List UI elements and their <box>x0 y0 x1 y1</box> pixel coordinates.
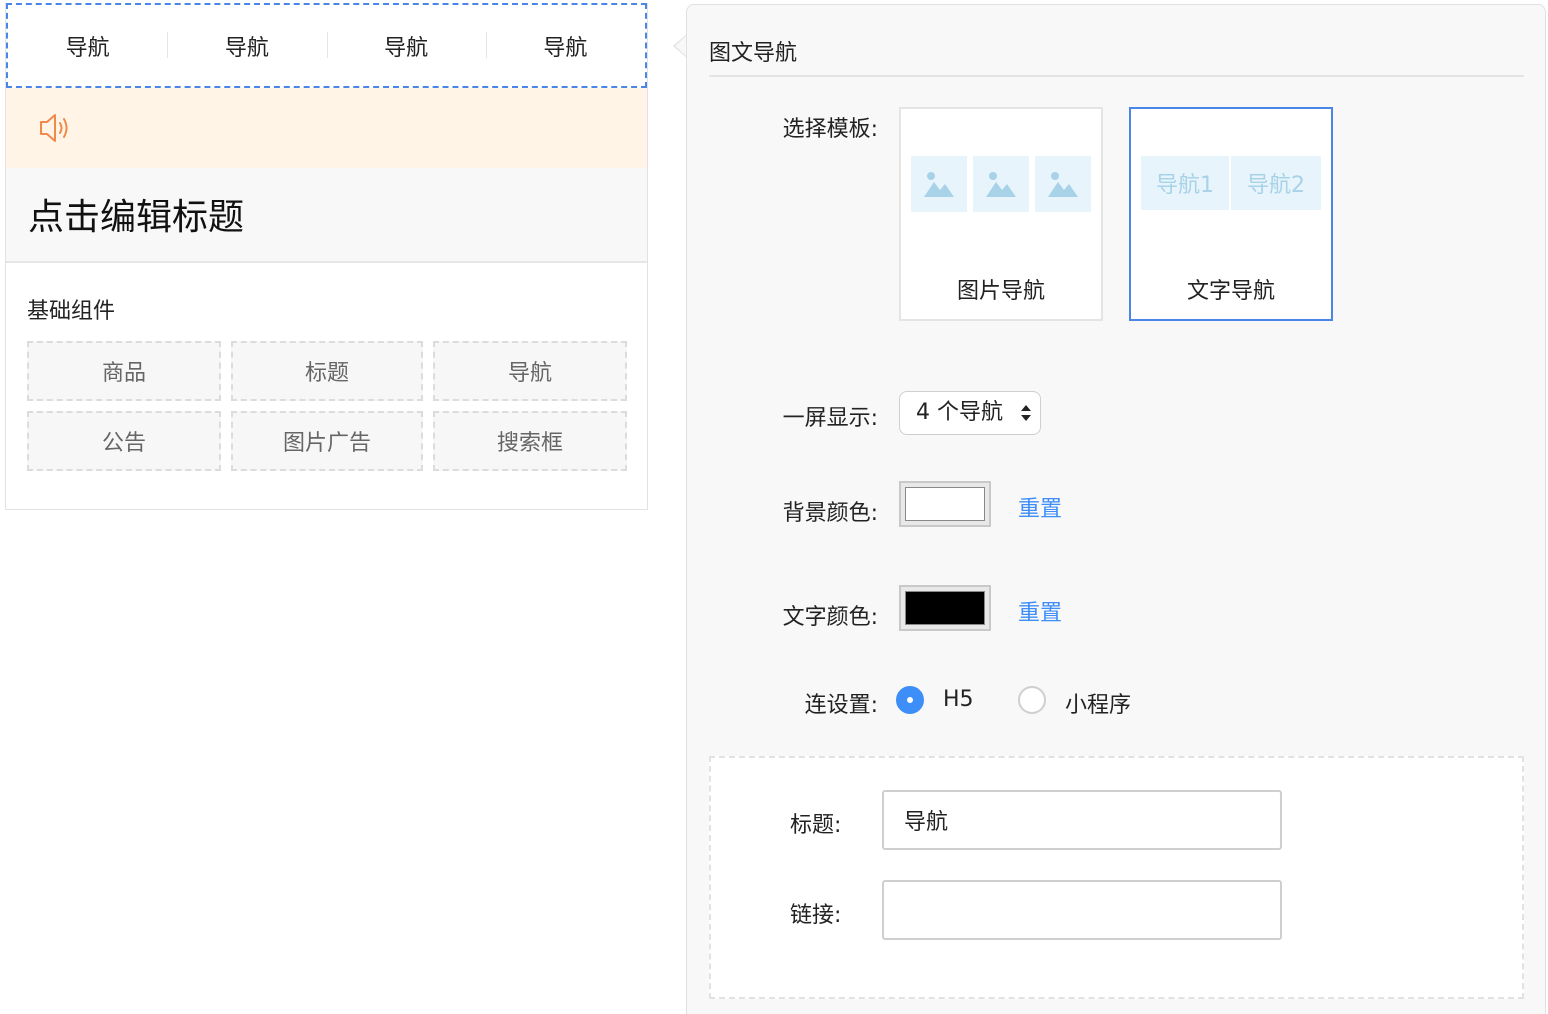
panel-pointer <box>673 34 687 58</box>
components-grid: 商品 标题 导航 公告 图片广告 搜索框 <box>27 341 627 471</box>
panel-title: 图文导航 <box>709 41 798 66</box>
text-color-reset-link[interactable]: 重置 <box>1018 595 1062 627</box>
bg-color-label: 背景颜色: <box>782 501 878 526</box>
title-component-preview[interactable]: 点击编辑标题 <box>6 168 647 263</box>
divider <box>709 75 1524 77</box>
image-placeholder-icon <box>973 156 1029 212</box>
sample-nav-label: 导航1 <box>1141 156 1229 210</box>
image-placeholder-icon <box>1035 156 1091 212</box>
image-placeholder-icon <box>911 156 967 212</box>
nav-component-preview[interactable]: 导航 导航 导航 导航 <box>6 3 647 88</box>
item-link-input[interactable] <box>882 880 1282 940</box>
nav-item[interactable]: 导航 <box>485 30 645 62</box>
item-link-label: 链接: <box>790 903 842 928</box>
radio-h5-label: H5 <box>943 687 974 712</box>
bg-color-swatch <box>905 487 985 521</box>
text-color-swatch <box>905 591 985 625</box>
title-text: 点击编辑标题 <box>28 197 245 238</box>
link-setting-label: 连设置: <box>804 693 878 718</box>
radio-h5[interactable] <box>896 686 924 714</box>
item-title-input[interactable] <box>882 790 1282 850</box>
bg-color-picker[interactable] <box>899 481 991 527</box>
component-button-image-ad[interactable]: 图片广告 <box>231 411 423 471</box>
text-color-picker[interactable] <box>899 585 991 631</box>
nav-item[interactable]: 导航 <box>326 30 486 62</box>
bg-color-reset-link[interactable]: 重置 <box>1018 491 1062 523</box>
display-count-label: 一屏显示: <box>782 406 878 431</box>
display-count-select[interactable]: 4 个导航 <box>899 391 1041 435</box>
template-option-text-nav[interactable]: 导航1 导航2 文字导航 <box>1129 107 1333 321</box>
template-option-image-nav[interactable]: 图片导航 <box>899 107 1103 321</box>
nav-item[interactable]: 导航 <box>8 30 167 62</box>
select-arrows-icon <box>1021 405 1031 421</box>
text-color-label: 文字颜色: <box>782 605 878 630</box>
template-caption: 文字导航 <box>1186 279 1275 304</box>
nav-item-editor: 标题: 链接: <box>709 756 1524 999</box>
radio-mini-program[interactable] <box>1018 686 1046 714</box>
sample-nav-label: 导航2 <box>1231 156 1321 210</box>
component-button-title[interactable]: 标题 <box>231 341 423 401</box>
component-button-search[interactable]: 搜索框 <box>433 411 627 471</box>
mobile-preview: 导航 导航 导航 导航 点击编辑标题 基础组件 商品 标题 导航 公告 图片广告… <box>5 3 648 510</box>
nav-item[interactable]: 导航 <box>167 30 326 62</box>
speaker-icon <box>40 114 68 142</box>
component-button-product[interactable]: 商品 <box>27 341 221 401</box>
notice-component-preview[interactable] <box>6 88 647 168</box>
template-label: 选择模板: <box>782 117 878 142</box>
component-button-notice[interactable]: 公告 <box>27 411 221 471</box>
display-count-value: 4 个导航 <box>916 400 1003 425</box>
radio-mini-program-label: 小程序 <box>1065 693 1132 718</box>
template-caption: 图片导航 <box>956 279 1045 304</box>
components-title: 基础组件 <box>27 299 116 324</box>
item-title-label: 标题: <box>790 813 842 838</box>
settings-panel: 图文导航 选择模板: 图片导航 导航1 导航2 文字导航 一屏显示: 4 个导航… <box>686 4 1546 1014</box>
component-button-nav[interactable]: 导航 <box>433 341 627 401</box>
